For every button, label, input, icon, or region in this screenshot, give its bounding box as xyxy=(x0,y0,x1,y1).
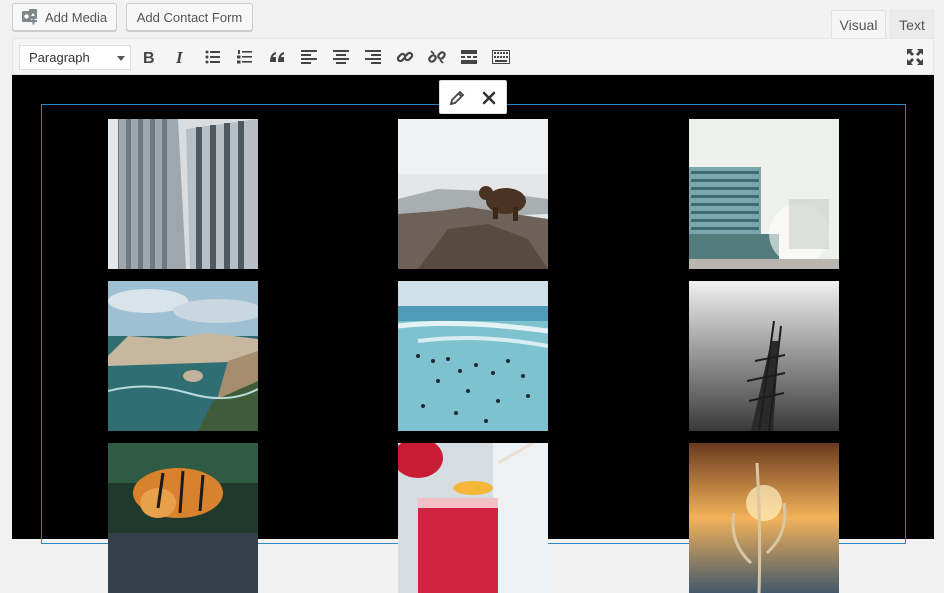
bold-icon[interactable]: B xyxy=(139,47,159,67)
tab-visual[interactable]: Visual xyxy=(831,10,886,38)
tab-text[interactable]: Text xyxy=(890,10,934,38)
bulleted-list-icon[interactable] xyxy=(203,47,223,67)
media-bar: Add Media Add Contact Form Visual Text xyxy=(0,0,944,38)
add-media-label: Add Media xyxy=(45,9,108,25)
align-left-icon[interactable] xyxy=(299,47,319,67)
remove-icon[interactable] xyxy=(480,89,498,107)
link-icon[interactable] xyxy=(395,47,415,67)
gallery-image-tiger-drinking[interactable] xyxy=(108,443,258,593)
gallery-image-red-cocktail[interactable] xyxy=(398,443,548,593)
edit-pencil-icon[interactable] xyxy=(448,89,466,107)
svg-text:I: I xyxy=(175,49,184,65)
chevron-down-icon xyxy=(117,56,125,61)
format-select-value: Paragraph xyxy=(29,50,90,65)
gallery-image-grass-at-sunset[interactable] xyxy=(689,443,839,593)
editor-toolbar: Paragraph B I xyxy=(12,38,934,75)
format-select[interactable]: Paragraph xyxy=(19,45,131,70)
tab-text-label: Text xyxy=(899,16,925,33)
gallery-image-coastal-cliffs[interactable] xyxy=(108,281,258,431)
gallery-image-swimmers-in-sea[interactable] xyxy=(398,281,548,431)
unlink-icon[interactable] xyxy=(427,47,447,67)
align-right-icon[interactable] xyxy=(363,47,383,67)
align-center-icon[interactable] xyxy=(331,47,351,67)
toolbar-toggle-icon[interactable] xyxy=(491,47,511,67)
add-media-button[interactable]: Add Media xyxy=(12,3,117,31)
numbered-list-icon[interactable] xyxy=(235,47,255,67)
italic-icon[interactable]: I xyxy=(171,47,191,67)
gallery-image-bear-on-rocks[interactable] xyxy=(398,119,548,269)
fullscreen-icon[interactable] xyxy=(905,47,925,67)
svg-text:B: B xyxy=(143,50,155,65)
add-media-icon xyxy=(21,8,39,26)
tab-visual-label: Visual xyxy=(839,16,878,33)
blockquote-icon[interactable] xyxy=(267,47,287,67)
gallery-image-beach-building[interactable] xyxy=(689,119,839,269)
read-more-icon[interactable] xyxy=(459,47,479,67)
add-contact-form-button[interactable]: Add Contact Form xyxy=(126,3,253,31)
gallery-floating-toolbar xyxy=(439,80,507,114)
gallery-image-office-tower[interactable] xyxy=(108,119,258,269)
editor-content[interactable] xyxy=(12,75,934,593)
add-contact-form-label: Add Contact Form xyxy=(136,9,243,25)
gallery-image-ruined-pier[interactable] xyxy=(689,281,839,431)
